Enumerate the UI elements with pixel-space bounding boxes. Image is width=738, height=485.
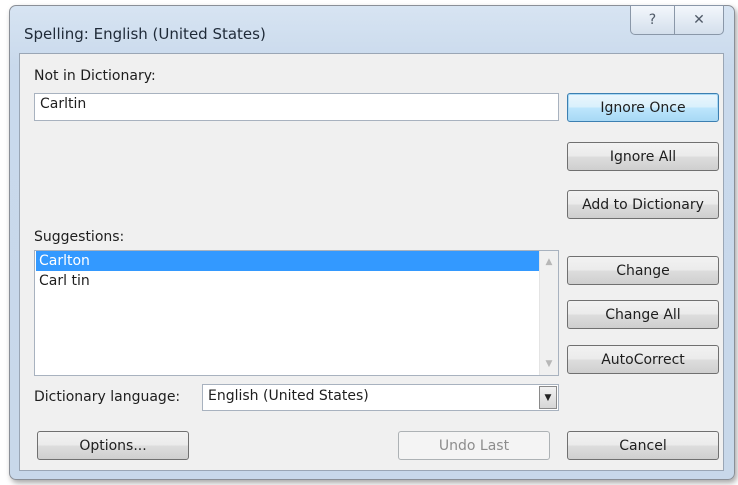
suggestion-item-carlton[interactable]: Carlton: [36, 251, 539, 271]
ignore-all-button[interactable]: Ignore All: [567, 142, 719, 171]
close-icon: ✕: [693, 12, 705, 28]
cancel-button[interactable]: Cancel: [567, 431, 719, 460]
dictionary-language-label: Dictionary language:: [34, 389, 181, 405]
change-button[interactable]: Change: [567, 256, 719, 285]
title-bar-buttons: ? ✕: [630, 5, 724, 35]
window-title: Spelling: English (United States): [24, 25, 266, 43]
change-all-button[interactable]: Change All: [567, 300, 719, 329]
close-button[interactable]: ✕: [674, 5, 724, 35]
suggestions-scrollbar[interactable]: ▲ ▼: [539, 251, 558, 375]
ignore-once-button[interactable]: Ignore Once: [567, 93, 719, 122]
suggestions-list[interactable]: Carlton Carl tin ▲ ▼: [34, 250, 559, 376]
misspelled-word: Carltin: [40, 96, 87, 112]
spelling-dialog: Spelling: English (United States) ? ✕ No…: [9, 5, 735, 480]
suggestion-item-carl-tin[interactable]: Carl tin: [36, 271, 539, 291]
scroll-down-arrow-icon[interactable]: ▼: [540, 355, 558, 373]
dropdown-arrow-icon[interactable]: ▼: [539, 386, 557, 409]
undo-last-button[interactable]: Undo Last: [398, 431, 550, 460]
help-icon: ?: [648, 12, 657, 28]
not-in-dictionary-label: Not in Dictionary:: [34, 68, 156, 84]
add-to-dictionary-button[interactable]: Add to Dictionary: [567, 190, 719, 219]
help-button[interactable]: ?: [630, 5, 674, 35]
autocorrect-button[interactable]: AutoCorrect: [567, 345, 719, 374]
dialog-body: Not in Dictionary: Carltin Suggestions: …: [19, 53, 724, 471]
dictionary-language-select[interactable]: English (United States) ▼: [202, 384, 559, 411]
not-in-dictionary-field[interactable]: Carltin: [34, 93, 559, 121]
suggestions-label: Suggestions:: [34, 229, 125, 245]
options-button[interactable]: Options...: [37, 431, 189, 460]
dictionary-language-value: English (United States): [208, 388, 369, 404]
scroll-up-arrow-icon[interactable]: ▲: [540, 253, 558, 271]
